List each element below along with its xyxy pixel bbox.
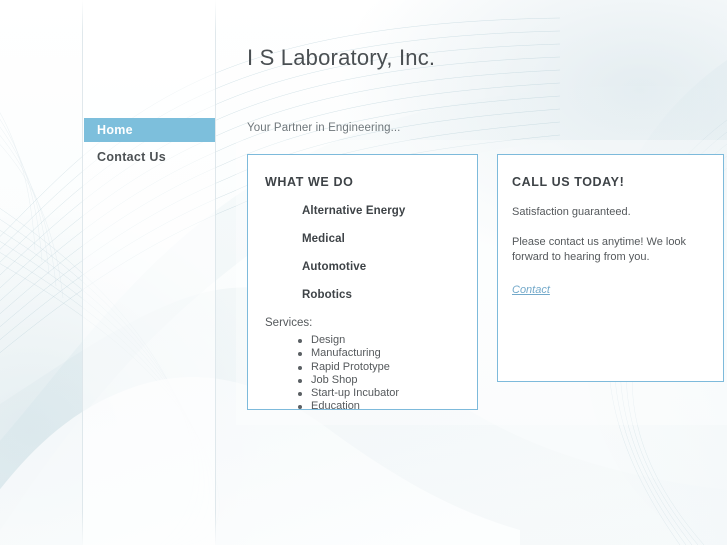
satisfaction-text: Satisfaction guaranteed. [512,206,631,218]
what-we-do-panel: WHAT WE DO Alternative Energy Medical Au… [247,154,478,412]
main-navigation: Home Contact Us [84,118,215,169]
category-automotive: Automotive [302,261,367,273]
page-title: I S Laboratory, Inc. [247,44,436,70]
list-item: Design [297,334,461,347]
list-item: Education [297,400,461,413]
category-robotics: Robotics [302,289,352,301]
list-item: Job Shop [297,374,461,387]
list-item: Rapid Prototype [297,361,461,374]
page-background: I S Laboratory, Inc. Home Contact Us You… [0,0,727,545]
sidebar-item-home[interactable]: Home [84,118,215,142]
list-item: Start-up Incubator [297,387,461,400]
category-medical: Medical [302,233,345,245]
list-item: Manufacturing [297,347,461,360]
what-we-do-heading: WHAT WE DO [265,175,354,189]
category-alternative-energy: Alternative Energy [302,205,406,217]
sidebar-item-contact-us[interactable]: Contact Us [84,145,215,169]
call-us-today-heading: CALL US TODAY! [512,175,625,189]
services-list: Design Manufacturing Rapid Prototype Job… [265,334,461,414]
site-header: I S Laboratory, Inc. [0,0,727,110]
tagline: Your Partner in Engineering... [247,122,401,134]
call-us-today-panel: CALL US TODAY! Satisfaction guaranteed. … [497,154,724,382]
contact-invitation-text: Please contact us anytime! We look forwa… [512,235,687,264]
services-label: Services: [265,317,313,329]
contact-link[interactable]: Contact [512,284,550,296]
what-we-do-category-list: Alternative Energy Medical Automotive Ro… [265,205,461,301]
